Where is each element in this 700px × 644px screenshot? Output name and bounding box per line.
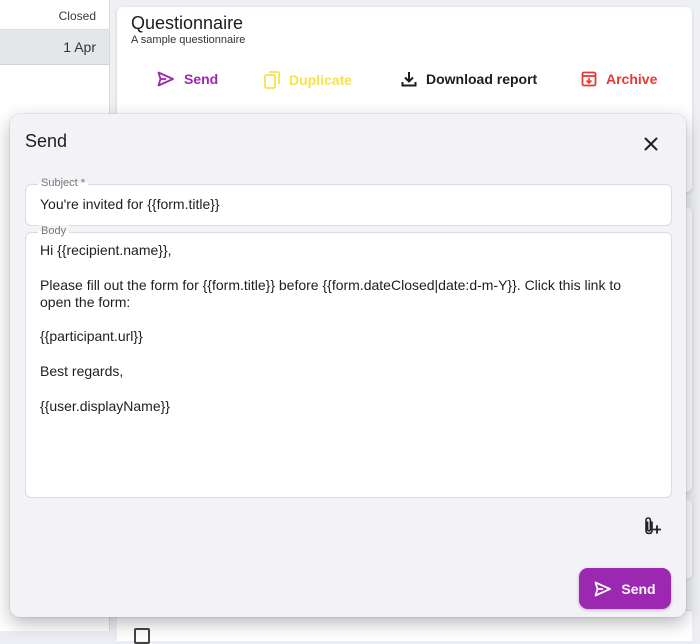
body-label: Body bbox=[38, 225, 70, 237]
duplicate-action-label: Duplicate bbox=[289, 72, 353, 88]
send-button[interactable]: Send bbox=[579, 568, 671, 609]
archive-action-button[interactable]: Archive bbox=[581, 71, 657, 87]
form-subtitle: A sample questionnaire bbox=[131, 34, 246, 46]
form-actions-toolbar: Send Duplicate Download report Archive bbox=[117, 71, 692, 93]
archive-action-label: Archive bbox=[606, 71, 658, 87]
subject-label: Subject * bbox=[38, 177, 89, 189]
send-dialog: Send Subject * You're invited for {{form… bbox=[10, 114, 686, 617]
subject-input[interactable]: You're invited for {{form.title}} bbox=[40, 196, 220, 212]
body-paragraph: Hi {{recipient.name}}, bbox=[40, 242, 172, 258]
body-paragraph: {{user.displayName}} bbox=[40, 397, 170, 414]
close-button[interactable] bbox=[638, 131, 664, 157]
closed-date: 1 Apr bbox=[63, 39, 96, 55]
body-paragraph: Best regards, bbox=[40, 363, 124, 380]
send-button-label: Send bbox=[621, 580, 656, 597]
column-header-closed[interactable]: Closed bbox=[0, 0, 109, 30]
archive-icon bbox=[581, 71, 597, 87]
download-report-label: Download report bbox=[426, 71, 538, 87]
copy-icon bbox=[264, 71, 280, 89]
attach-file-button[interactable] bbox=[640, 513, 664, 539]
send-action-button[interactable]: Send bbox=[157, 71, 218, 87]
close-icon bbox=[644, 137, 658, 151]
send-action-label: Send bbox=[184, 71, 219, 87]
duplicate-action-button[interactable]: Duplicate bbox=[264, 71, 352, 89]
body-field[interactable]: Body Hi {{recipient.name}}, Please fill … bbox=[25, 225, 672, 498]
subject-field[interactable]: Subject * You're invited for {{form.titl… bbox=[25, 177, 672, 226]
attach-file-icon bbox=[645, 517, 661, 535]
send-icon bbox=[157, 71, 174, 87]
list-item[interactable]: 1 Apr bbox=[0, 30, 109, 65]
body-paragraph: {{participant.url}} bbox=[40, 328, 143, 345]
dialog-title: Send bbox=[25, 131, 68, 151]
form-title: Questionnaire bbox=[131, 13, 244, 33]
body-textarea[interactable]: Hi {{recipient.name}}, Please fill out t… bbox=[40, 242, 656, 432]
download-report-button[interactable]: Download report bbox=[401, 71, 537, 87]
send-icon bbox=[594, 581, 612, 596]
body-paragraph: Please fill out the form for {{form.titl… bbox=[40, 276, 622, 310]
checkbox[interactable] bbox=[134, 628, 150, 644]
download-icon bbox=[401, 72, 417, 87]
